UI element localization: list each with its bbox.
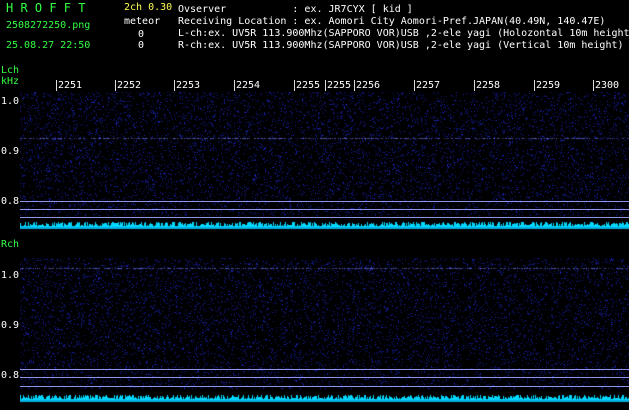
time-tick-label: 2257 [416,80,441,91]
time-tick-label: 2253 [176,80,201,91]
location-line: Receiving Location : ex. Aomori City Aom… [178,16,606,27]
time-tick-label: 2259 [536,80,561,91]
version-label: 2ch 0.30 [124,2,173,13]
rch-info-line: R-ch:ex. UV5R 113.900Mhz(SAPPORO VOR)USB… [178,40,624,51]
time-tick-mark [115,80,116,91]
lch-info-line: L-ch:ex. UV5R 113.900Mhz(SAPPORO VOR)USB… [178,28,629,39]
lch-ytick-2: 0.9 [1,146,20,157]
rch-label: Rch [1,239,20,250]
time-tick-label: 2254 [236,80,261,91]
time-tick-mark [234,80,235,91]
rch-ytick-3: 0.8 [1,370,20,381]
time-tick-label: 2300 [595,80,620,91]
rch-spectrogram [20,258,629,403]
time-tick-mark [354,80,355,91]
mode-label: meteor [124,16,161,27]
filename-label: 2508272250.png [6,20,91,31]
lch-label: Lch [1,65,20,76]
time-tick-mark [294,80,295,91]
lch-ytick-3: 0.8 [1,196,20,207]
time-tick-mark [593,80,594,91]
time-tick-label: 2256 [356,80,381,91]
rch-ref-line-1 [20,369,629,370]
time-tick-mark [414,80,415,91]
khz-label: kHz [1,76,20,87]
datetime-label: 25.08.27 22:50 [6,40,91,51]
lch-ref-line-3 [20,217,629,218]
rch-ref-line-3 [20,386,629,387]
rch-ref-line-2 [20,377,629,378]
time-tick-mark [534,80,535,91]
time-tick-mark [174,80,175,91]
count-r: 0 [138,40,145,51]
rch-ytick-2: 0.9 [1,320,20,331]
lch-ref-line-1 [20,201,629,202]
count-l: 0 [138,29,145,40]
time-tick-mark [56,80,57,91]
app-title: H R O F F T [6,1,86,15]
time-tick-label: 2255 [327,80,352,91]
time-tick-mark [325,80,326,91]
rch-ytick-1: 1.0 [1,270,20,281]
observer-line: Ovserver : ex. JR7CYX [ kid ] [178,4,413,15]
time-tick-label: 2258 [476,80,501,91]
lch-ref-line-2 [20,209,629,210]
lch-ytick-1: 1.0 [1,96,20,107]
time-tick-label: 2251 [58,80,83,91]
time-tick-mark [474,80,475,91]
time-tick-label: 2255 [296,80,321,91]
time-tick-label: 2252 [117,80,142,91]
